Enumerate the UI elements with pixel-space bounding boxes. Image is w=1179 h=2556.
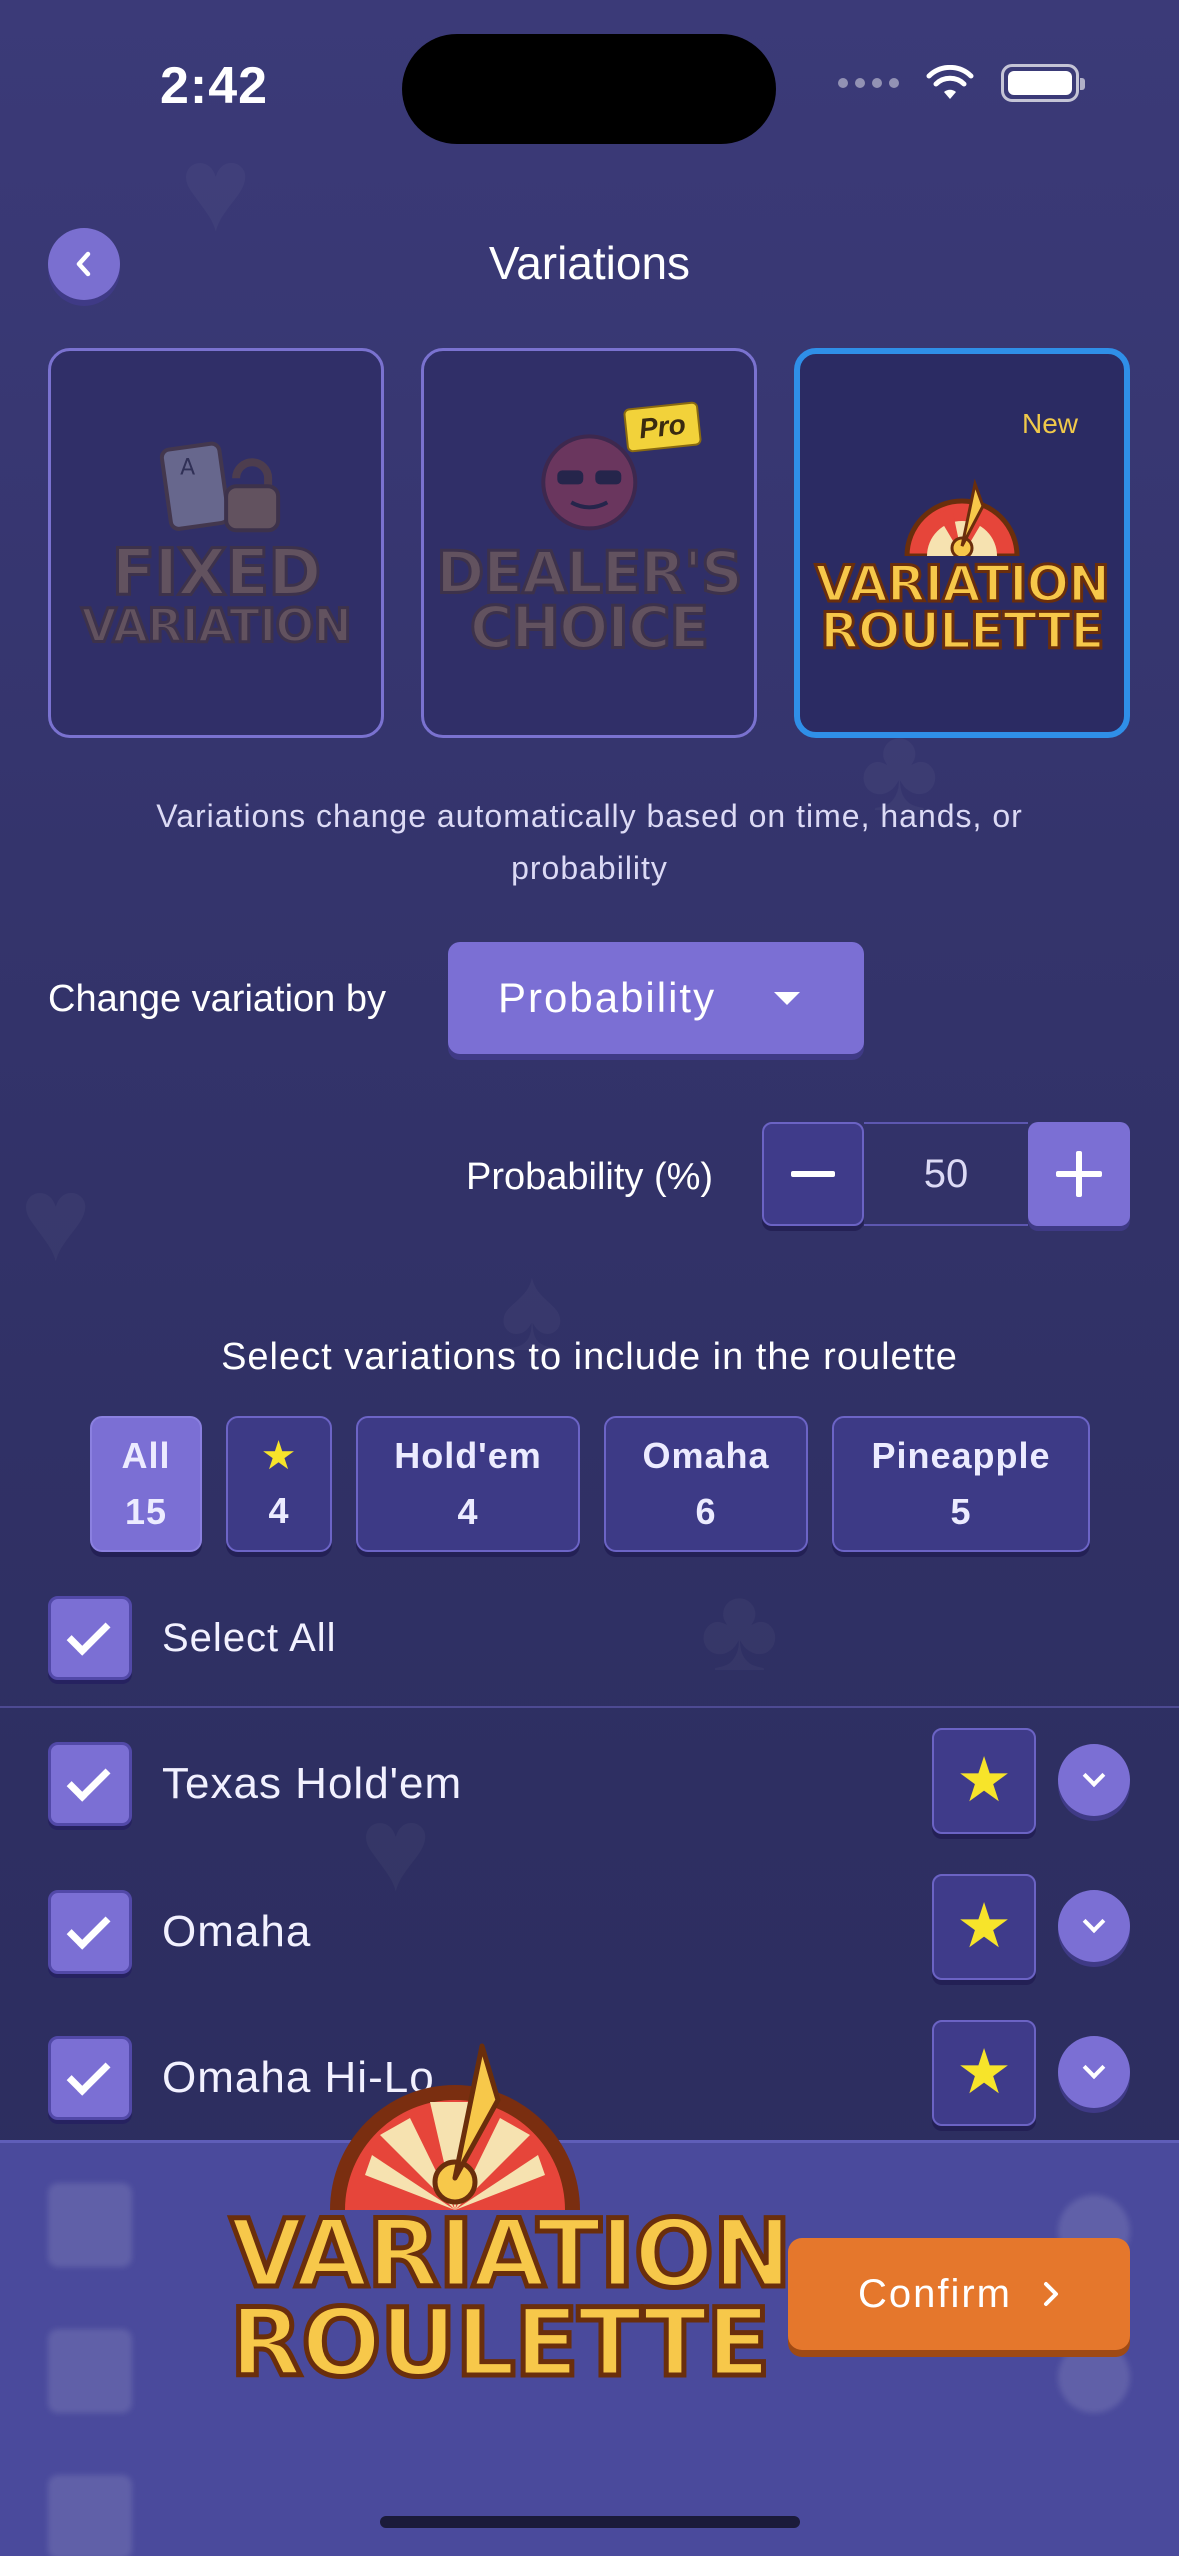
banner-logo-line2: ROULETTE <box>228 2289 773 2399</box>
star-icon: ★ <box>956 2038 1012 2107</box>
logo-line2: CHOICE <box>468 593 710 662</box>
checkmark-icon <box>66 1611 111 1656</box>
variation-row[interactable]: Omaha <box>48 1890 311 1974</box>
chevron-down-icon <box>1082 1910 1106 1934</box>
confirm-button[interactable]: Confirm <box>788 2238 1130 2350</box>
select-all-label: Select All <box>162 1615 337 1660</box>
checkmark-icon <box>66 1905 111 1950</box>
chevron-down-icon <box>1082 1764 1106 1788</box>
caret-down-icon <box>774 991 800 1005</box>
filter-chip-favorites[interactable]: ★ 4 <box>226 1416 332 1552</box>
probability-value[interactable]: 50 <box>864 1122 1028 1226</box>
favorite-button[interactable]: ★ <box>932 2020 1036 2126</box>
mode-card-variation-roulette[interactable]: VARIATION ROULETTE New <box>794 348 1130 738</box>
chip-count: 4 <box>457 1491 479 1532</box>
checkmark-icon <box>66 2051 111 2096</box>
confirm-label: Confirm <box>857 2271 1013 2316</box>
logo-line2: ROULETTE <box>819 602 1106 661</box>
expand-button[interactable] <box>1058 1890 1130 1962</box>
chip-count: 5 <box>950 1491 972 1532</box>
filter-chip-omaha[interactable]: Omaha 6 <box>604 1416 808 1552</box>
banner-logo-line1: VARIATION <box>228 2200 795 2309</box>
select-variations-title: Select variations to include in the roul… <box>221 1336 958 1378</box>
favorite-button[interactable]: ★ <box>932 1874 1036 1980</box>
change-by-dropdown[interactable]: Probability <box>448 942 864 1054</box>
chip-count: 15 <box>124 1491 168 1532</box>
filter-chip-holdem[interactable]: Hold'em 4 <box>356 1416 580 1552</box>
variation-row[interactable]: Texas Hold'em <box>48 1742 462 1826</box>
filter-chip-pineapple[interactable]: Pineapple 5 <box>832 1416 1090 1552</box>
expand-button[interactable] <box>1058 1744 1130 1816</box>
pro-badge: Pro <box>623 401 703 453</box>
change-by-label: Change variation by <box>48 978 386 1020</box>
mode-description: Variations change automatically based on… <box>156 798 1023 886</box>
chevron-down-icon <box>1082 2056 1106 2080</box>
chip-count: 4 <box>268 1490 290 1531</box>
decrement-button[interactable] <box>762 1122 864 1226</box>
variation-label: Texas Hold'em <box>162 1759 463 1808</box>
star-icon: ★ <box>956 1746 1012 1815</box>
wifi-icon <box>926 65 974 99</box>
page-title: Variations <box>488 237 691 289</box>
divider <box>0 1706 1179 1708</box>
star-icon: ★ <box>260 1434 298 1478</box>
variation-label: Omaha <box>162 1907 312 1956</box>
dealers-choice-logo: DEALER'S CHOICE <box>435 430 744 662</box>
logo-line2: VARIATION <box>80 598 354 653</box>
variation-roulette-logo: VARIATION ROULETTE <box>814 476 1112 661</box>
star-icon: ★ <box>956 1892 1012 1961</box>
home-indicator <box>380 2516 800 2528</box>
chevron-right-icon <box>1044 2282 1059 2306</box>
new-badge: New <box>1021 408 1078 439</box>
chip-label: Omaha <box>642 1435 770 1476</box>
logo-line1: VARIATION <box>814 554 1112 613</box>
roulette-wheel-icon <box>904 478 1020 560</box>
fixed-variation-logo: A FIXED VARIATION <box>80 438 354 653</box>
filter-chip-all[interactable]: All 15 <box>90 1416 202 1552</box>
variation-roulette-banner: VARIATION ROULETTE <box>228 2040 795 2410</box>
logo-line1: FIXED <box>110 536 323 611</box>
svg-text:A: A <box>180 455 195 480</box>
chip-label: Pineapple <box>871 1435 1051 1476</box>
chip-label: Hold'em <box>394 1435 542 1476</box>
signal-dots-icon <box>838 78 899 88</box>
chip-count: 6 <box>695 1491 717 1532</box>
minus-icon <box>791 1171 835 1177</box>
select-all-row[interactable]: Select All <box>48 1596 337 1680</box>
chip-label: All <box>121 1435 171 1476</box>
mode-card-dealers-choice[interactable]: DEALER'S CHOICE Pro <box>421 348 757 738</box>
card-lock-icon: A <box>159 441 280 533</box>
increment-button[interactable] <box>1028 1122 1130 1226</box>
battery-icon <box>1001 64 1085 102</box>
variation-checkbox[interactable] <box>48 2036 132 2120</box>
dropdown-value: Probability <box>498 974 717 1021</box>
select-all-checkbox[interactable] <box>48 1596 132 1680</box>
status-time: 2:42 <box>160 57 269 115</box>
variation-checkbox[interactable] <box>48 1890 132 1974</box>
logo-line1: DEALER'S <box>435 538 744 607</box>
expand-button[interactable] <box>1058 2036 1130 2108</box>
favorite-button[interactable]: ★ <box>932 1728 1036 1834</box>
status-icons <box>838 64 1085 102</box>
variation-checkbox[interactable] <box>48 1742 132 1826</box>
plus-icon <box>1056 1151 1102 1197</box>
checkmark-icon <box>66 1757 111 1802</box>
probability-label: Probability (%) <box>466 1156 714 1198</box>
dynamic-island <box>402 34 776 144</box>
mode-card-fixed-variation[interactable]: A FIXED VARIATION <box>48 348 384 738</box>
